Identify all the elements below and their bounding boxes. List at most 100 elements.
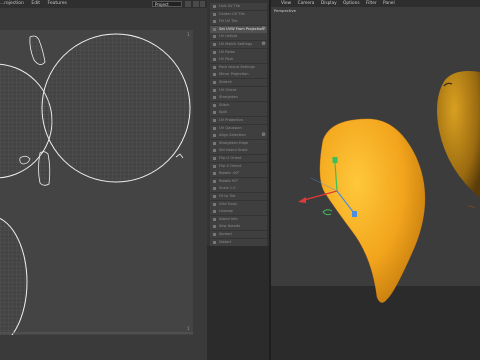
uv-tool-label: UV Relax xyxy=(219,49,236,54)
uv-tool-button[interactable]: Set UVW From Projection ⚙ xyxy=(210,25,267,33)
tool-icon xyxy=(213,12,216,16)
uv-tool-button[interactable]: Straighten Edge xyxy=(210,139,267,147)
tool-icon xyxy=(213,141,216,145)
uv-tool-label: Center UV Tile xyxy=(219,11,245,16)
uv-tool-button[interactable]: Fill UV Tile xyxy=(210,18,267,26)
uv-tool-button[interactable]: Set Island Scale xyxy=(210,147,267,155)
tool-icon xyxy=(213,81,216,84)
gear-icon[interactable]: ⚙ xyxy=(262,132,266,139)
uv-tools-panel: Unit UV Tile Center UV Tile Fill UV Tile Se… xyxy=(207,0,269,246)
uv-mode-dropdown[interactable]: Project xyxy=(152,1,182,7)
uv-tool-button[interactable]: UV Pack xyxy=(210,56,267,64)
uv-tool-label: Stretch xyxy=(219,80,232,84)
tool-icon xyxy=(213,149,216,153)
tool-icon xyxy=(213,103,216,107)
uv-tool-button[interactable]: Stitch xyxy=(210,101,267,109)
uv-tool-label: Split xyxy=(219,110,227,115)
uv-tool-label: Align Selection xyxy=(219,133,246,138)
uv-tool-label: Set UVW From Projection xyxy=(219,26,264,31)
uv-tool-button[interactable]: UV Projection xyxy=(210,117,267,124)
uv-tool-label: UV Orient xyxy=(219,87,237,92)
uv-tool-button[interactable]: Split xyxy=(210,109,267,117)
tool-icon xyxy=(213,20,216,24)
uv-tile-label-top: 1 xyxy=(187,32,190,37)
uv-tool-button[interactable]: Rotate 90° xyxy=(210,177,267,185)
uv-tool-button[interactable]: Center UV Tile xyxy=(210,10,267,18)
uv-tool-button[interactable]: Pack Island Settings xyxy=(210,63,267,71)
uv-tool-label: UV Gaussian xyxy=(219,125,242,130)
uv-tool-label: UV Projection xyxy=(219,118,244,122)
tool-icon xyxy=(213,111,216,115)
uv-tool-label: Sew Islands xyxy=(219,224,241,229)
gear-icon[interactable]: ⚙ xyxy=(262,41,266,48)
uv-tool-button[interactable]: UV Match Settings ⚙ xyxy=(210,41,267,48)
tool-icon xyxy=(213,187,216,191)
uv-tool-button[interactable]: Sew Islands xyxy=(210,223,267,231)
uv-tool-button[interactable]: Scale 1.0 xyxy=(210,185,267,193)
uv-tool-label: Scale 1.0 xyxy=(219,186,236,191)
uv-tool-button[interactable]: UV Gaussian xyxy=(210,124,267,132)
close-icon[interactable] xyxy=(200,1,205,7)
uv-tool-button[interactable]: Distort xyxy=(210,238,267,246)
uv-menu-features[interactable]: Features xyxy=(48,1,67,6)
uv-tool-button[interactable]: UV Unfold xyxy=(210,33,267,41)
tool-icon xyxy=(213,88,216,92)
uv-tool-button[interactable]: Spread xyxy=(210,231,267,238)
viewport-3d[interactable]: View Camera Display Options Filter Panel… xyxy=(271,0,480,360)
gear-icon[interactable]: ⚙ xyxy=(262,26,266,33)
uv-tool-label: UV Unfold xyxy=(219,34,237,39)
uv-tool-label: Flip U Orient xyxy=(219,156,242,160)
uv-tool-label: Distort xyxy=(219,239,232,244)
tools-panel-empty-area xyxy=(207,246,269,360)
uv-island-circle xyxy=(42,34,190,182)
uv-tool-button[interactable]: Grid Snap xyxy=(210,200,267,208)
uv-tool-button[interactable]: Unit UV Tile xyxy=(210,3,267,10)
uv-tool-button[interactable]: UV Relax xyxy=(210,48,267,56)
uv-tool-button[interactable]: Island Info xyxy=(210,215,267,223)
uv-tool-label: Flip V Orient xyxy=(219,163,242,168)
uv-tool-button[interactable]: Fit to Tile xyxy=(210,193,267,200)
tool-icon xyxy=(213,157,216,160)
uv-tool-label: Unwrap xyxy=(219,209,233,214)
tool-icon xyxy=(213,96,216,100)
toggle-icon[interactable] xyxy=(185,1,191,7)
tool-icon xyxy=(213,164,216,168)
mango-model-selected xyxy=(319,118,425,303)
uv-tool-button[interactable]: Mirror Projection xyxy=(210,71,267,79)
uv-tool-button[interactable]: Stretch xyxy=(210,79,267,86)
uv-menu-edit[interactable]: Edit xyxy=(31,1,40,6)
uv-tool-label: Spread xyxy=(219,232,232,236)
tool-icon xyxy=(213,5,216,8)
uv-tool-button[interactable]: Flip V Orient xyxy=(210,162,267,170)
uv-layout-drawing xyxy=(0,33,193,335)
tool-icon xyxy=(213,50,216,54)
uv-island-strip-top xyxy=(29,35,46,65)
uv-tool-button[interactable]: UV Orient xyxy=(210,86,267,94)
uv-tool-label: Fill UV Tile xyxy=(219,19,238,24)
uv-menu-projection[interactable]: ...rojection xyxy=(0,1,24,6)
tool-icon xyxy=(213,65,216,69)
tool-icon xyxy=(213,126,216,130)
tool-icon xyxy=(213,225,216,229)
uv-tool-button[interactable]: Unwrap xyxy=(210,208,267,216)
uv-tool-label: Straighten Edge xyxy=(219,140,249,145)
tool-icon xyxy=(213,73,216,77)
uv-tool-label: Rotate 90° xyxy=(219,178,239,183)
uv-tool-button[interactable]: Align Selection ⚙ xyxy=(210,132,267,140)
tool-icon xyxy=(213,58,216,62)
tool-icon xyxy=(213,43,216,46)
tool-icon xyxy=(213,202,216,206)
uv-tool-button[interactable]: Rotate -90° xyxy=(210,170,267,178)
options-icon[interactable] xyxy=(193,1,199,7)
tool-icon xyxy=(213,233,216,236)
mango-model-background xyxy=(437,71,480,198)
uv-tool-button[interactable]: Straighten xyxy=(210,94,267,102)
uv-canvas[interactable]: 1 1 xyxy=(0,30,193,335)
uv-tool-button[interactable]: Flip U Orient xyxy=(210,155,267,162)
uv-tool-label: Island Info xyxy=(219,216,238,221)
tool-icon xyxy=(213,210,216,214)
tool-icon xyxy=(213,172,216,176)
tool-icon xyxy=(213,27,216,31)
uv-tool-label: UV Match Settings xyxy=(219,42,253,46)
uv-editor-panel: ...rojection Edit Features Project 1 1 xyxy=(0,0,207,360)
